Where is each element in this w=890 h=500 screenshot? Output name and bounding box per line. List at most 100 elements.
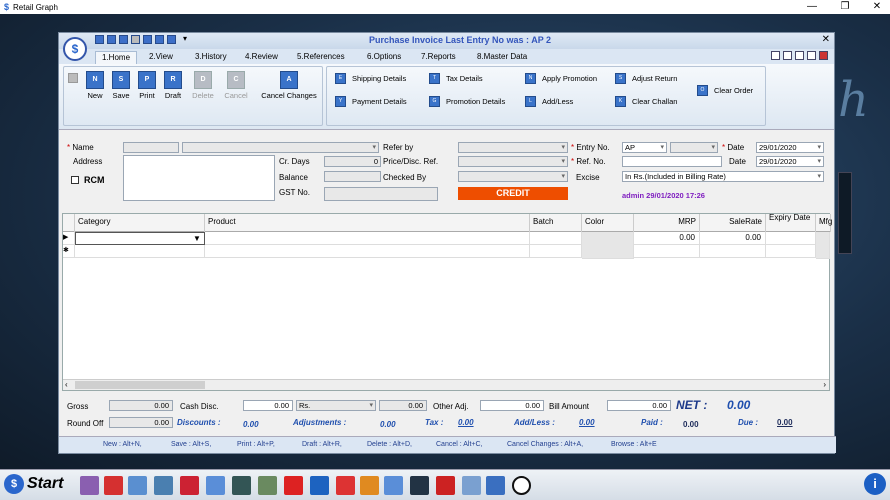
add-less-value[interactable]: 0.00 — [579, 418, 595, 427]
product-cell[interactable] — [205, 232, 530, 245]
name-select[interactable] — [182, 142, 379, 153]
shipping-details-button[interactable]: E Shipping Details — [335, 73, 406, 84]
copy-icon[interactable] — [206, 476, 225, 495]
clear-order-button[interactable]: O Clear Order — [697, 85, 753, 96]
book-icon[interactable] — [436, 476, 455, 495]
clear-challan-button[interactable]: K Clear Challan — [615, 96, 677, 107]
entry-prefix-select[interactable]: AP — [622, 142, 667, 153]
minimize-button[interactable]: — — [797, 0, 827, 14]
col-product[interactable]: Product — [205, 214, 530, 232]
due-value[interactable]: 0.00 — [777, 418, 793, 427]
col-salerate[interactable]: SaleRate — [700, 214, 766, 232]
tax-details-button[interactable]: T Tax Details — [429, 73, 483, 84]
col-mfg[interactable]: Mfg — [816, 214, 832, 232]
bill-amount-field[interactable]: 0.00 — [607, 400, 671, 411]
quick-new-icon[interactable] — [95, 35, 104, 44]
quick-print-icon[interactable] — [119, 35, 128, 44]
scroll-thumb[interactable] — [75, 381, 205, 389]
settings-icon[interactable] — [783, 51, 792, 60]
new-button[interactable]: N New — [84, 71, 106, 100]
restore-button[interactable]: ❐ — [830, 0, 860, 14]
dn-icon[interactable] — [284, 476, 303, 495]
other-adj-field[interactable]: 0.00 — [480, 400, 544, 411]
col-color[interactable]: Color — [582, 214, 634, 232]
cancel-button[interactable]: C Cancel — [222, 71, 250, 100]
orders-icon[interactable] — [360, 476, 379, 495]
col-expiry-date[interactable]: Expiry Date — [766, 214, 816, 232]
window-close-button[interactable]: ✕ — [822, 34, 830, 45]
new-row-salerate-cell[interactable] — [700, 245, 766, 258]
tab-review[interactable]: 4.Review — [239, 51, 284, 64]
horizontal-scrollbar[interactable]: ‹ › — [63, 379, 829, 390]
rcm-checkbox[interactable] — [71, 176, 79, 184]
notes-icon[interactable] — [807, 51, 816, 60]
draft-button[interactable]: R Draft — [162, 71, 184, 100]
payment-details-button[interactable]: Y Payment Details — [335, 96, 407, 107]
tab-options[interactable]: 6.Options — [361, 51, 407, 64]
calculator-taskbar-icon[interactable] — [512, 476, 531, 495]
printer-icon[interactable] — [462, 476, 481, 495]
adjust-return-button[interactable]: S Adjust Return — [615, 73, 677, 84]
name-code-field[interactable] — [123, 142, 179, 153]
entry-number-select[interactable] — [670, 142, 718, 153]
print-button[interactable]: P Print — [136, 71, 158, 100]
date-picker-1[interactable]: 29/01/2020 — [756, 142, 824, 153]
sales-icon[interactable] — [80, 476, 99, 495]
tab-master-data[interactable]: 8.Master Data — [471, 51, 533, 64]
attach-icon[interactable] — [68, 73, 78, 83]
credit-button[interactable]: CREDIT — [458, 187, 568, 200]
category-cell[interactable] — [75, 232, 205, 245]
col-category[interactable]: Category — [75, 214, 205, 232]
col-mrp[interactable]: MRP — [634, 214, 700, 232]
scroll-left-icon[interactable]: ‹ — [65, 380, 68, 389]
apply-promotion-button[interactable]: N Apply Promotion — [525, 73, 597, 84]
delivery-icon[interactable] — [336, 476, 355, 495]
new-row-expiry-cell[interactable] — [766, 245, 816, 258]
tab-view[interactable]: 2.View — [143, 51, 179, 64]
re-icon[interactable] — [258, 476, 277, 495]
help-icon[interactable] — [771, 51, 780, 60]
tab-home[interactable]: 1.Home — [95, 51, 138, 64]
col-batch[interactable]: Batch — [530, 214, 582, 232]
address-field[interactable] — [123, 155, 275, 201]
delete-button[interactable]: D Delete — [190, 71, 216, 100]
tab-references[interactable]: 5.References — [291, 51, 351, 64]
price-disc-ref-select[interactable] — [458, 156, 568, 167]
mrp-cell[interactable]: 0.00 — [634, 232, 700, 245]
expiry-cell[interactable] — [766, 232, 816, 245]
cash-register-icon[interactable] — [128, 476, 147, 495]
quick-browse-icon[interactable] — [167, 35, 176, 44]
category-dropdown-icon[interactable]: ▼ — [193, 234, 201, 243]
mfg-cell[interactable] — [816, 232, 830, 259]
save-button[interactable]: S Save — [110, 71, 132, 100]
exit-icon[interactable] — [819, 51, 828, 60]
pos-icon[interactable] — [180, 476, 199, 495]
new-row-batch-cell[interactable] — [530, 245, 582, 258]
excise-select[interactable]: In Rs.(Included in Billing Rate) — [622, 171, 824, 182]
scroll-right-icon[interactable]: › — [823, 380, 826, 389]
cancel-changes-button[interactable]: A Cancel Changes — [258, 71, 320, 100]
new-row-product-cell[interactable] — [205, 245, 530, 258]
cr-days-field[interactable]: 0 — [324, 156, 381, 167]
color-cell[interactable] — [582, 232, 634, 259]
customize-toolbar-icon[interactable]: ▾ — [183, 34, 187, 43]
quick-save-icon[interactable] — [107, 35, 116, 44]
promotion-details-button[interactable]: G Promotion Details — [429, 96, 505, 107]
quick-delete-icon[interactable] — [131, 35, 140, 44]
calculator-icon[interactable] — [795, 51, 804, 60]
cart-icon[interactable] — [104, 476, 123, 495]
tax-value[interactable]: 0.00 — [458, 418, 474, 427]
date-picker-2[interactable]: 29/01/2020 — [756, 156, 824, 167]
refer-by-select[interactable] — [458, 142, 568, 153]
documents-icon[interactable] — [384, 476, 403, 495]
quick-draft-icon[interactable] — [155, 35, 164, 44]
ref-no-field[interactable] — [622, 156, 722, 167]
quick-cancel-icon[interactable] — [143, 35, 152, 44]
tab-history[interactable]: 3.History — [189, 51, 233, 64]
batch-cell[interactable] — [530, 232, 582, 245]
new-row-category-cell[interactable] — [75, 245, 205, 258]
cash-disc-unit-select[interactable]: Rs. — [296, 400, 376, 411]
cn-icon[interactable] — [232, 476, 251, 495]
close-button[interactable]: ✕ — [862, 0, 890, 14]
cash-disc-field[interactable]: 0.00 — [243, 400, 293, 411]
